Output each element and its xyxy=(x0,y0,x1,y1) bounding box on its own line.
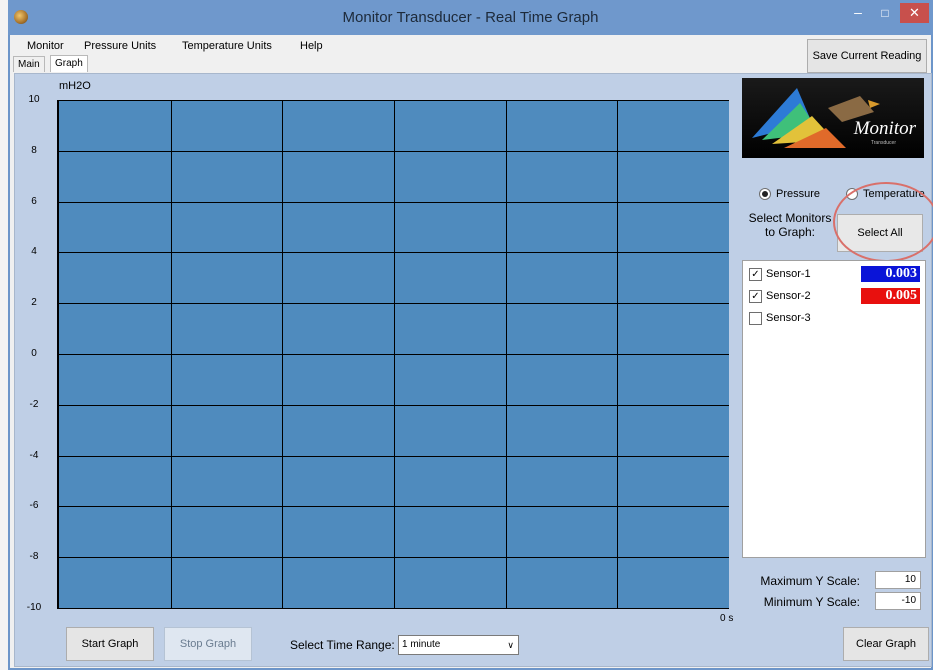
logo-subtext: Transducer xyxy=(870,140,896,146)
menu-monitor[interactable]: Monitor xyxy=(27,40,64,52)
select-monitors-label-line1: Select Monitors xyxy=(748,211,832,225)
grid-line-vertical xyxy=(617,100,619,608)
y-tick-label: 4 xyxy=(31,246,37,258)
close-button[interactable]: ✕ xyxy=(900,3,929,23)
time-range-value: 1 minute xyxy=(402,639,441,650)
y-tick-label: -6 xyxy=(29,500,39,512)
min-y-scale-input[interactable]: -10 xyxy=(875,592,921,610)
window-title: Monitor Transducer - Real Time Graph xyxy=(342,9,599,26)
client-area: Monitor Pressure Units Temperature Units… xyxy=(10,35,933,668)
y-tick-label: 6 xyxy=(31,195,37,207)
menu-pressure-units[interactable]: Pressure Units xyxy=(84,40,156,52)
grid-line-vertical xyxy=(505,100,507,608)
sensor-2-reading: 0.005 xyxy=(861,288,920,304)
start-graph-button[interactable]: Start Graph xyxy=(66,627,154,661)
save-current-reading-button[interactable]: Save Current Reading xyxy=(807,39,927,73)
stop-graph-button[interactable]: Stop Graph xyxy=(164,627,252,661)
y-tick-label: 8 xyxy=(31,144,37,156)
tab-graph[interactable]: Graph xyxy=(50,55,88,72)
grid-line-vertical xyxy=(282,100,284,608)
y-tick-label: 0 xyxy=(31,348,37,359)
y-tick-label: -10 xyxy=(26,602,42,613)
y-tick-label: 10 xyxy=(28,94,40,105)
maximize-button[interactable]: □ xyxy=(872,4,898,24)
highlight-circle-annotation xyxy=(833,182,933,262)
radio-selected-dot xyxy=(762,191,768,197)
title-bar: Monitor Transducer - Real Time Graph – □… xyxy=(8,0,933,35)
chevron-down-icon: ∨ xyxy=(507,640,514,650)
app-window: Monitor Transducer - Real Time Graph – □… xyxy=(8,0,933,670)
grid-line-vertical xyxy=(394,100,395,608)
radio-pressure-label: Pressure xyxy=(776,188,821,200)
select-monitors-label-line2: to Graph: xyxy=(764,225,816,239)
menu-bar: Monitor Pressure Units Temperature Units… xyxy=(10,35,931,57)
sensor-list: ✓ Sensor-1 0.003 ✓ Sensor-2 0.005 Sensor… xyxy=(742,260,926,558)
tab-strip: Main Graph xyxy=(10,55,800,72)
radio-circle[interactable] xyxy=(759,188,771,200)
minimize-button[interactable]: – xyxy=(845,4,871,24)
select-monitors-label: Select Monitors to Graph: xyxy=(745,211,835,239)
max-y-scale-input[interactable]: 10 xyxy=(875,571,921,589)
clear-graph-button[interactable]: Clear Graph xyxy=(843,627,929,661)
max-y-scale-label: Maximum Y Scale: xyxy=(760,574,860,588)
time-range-select[interactable]: 1 minute ∨ xyxy=(398,635,519,655)
grid-line-vertical xyxy=(170,100,172,608)
y-tick-label: 2 xyxy=(31,297,37,309)
sensor-1-label: Sensor-1 xyxy=(766,268,811,280)
sensor-3-label: Sensor-3 xyxy=(766,312,811,324)
sensor-2-label: Sensor-2 xyxy=(766,290,811,302)
sensor-2-checkbox[interactable]: ✓ xyxy=(749,290,762,303)
sensor-row-3[interactable]: Sensor-3 xyxy=(749,312,919,326)
graph-panel: mH2O 10 8 6 4 2 0 -2 -4 -6 -8 -10 0 s Monitor Tran… xyxy=(14,73,933,667)
menu-help[interactable]: Help xyxy=(300,40,323,52)
y-tick-label: -8 xyxy=(29,551,39,563)
y-axis-unit-label: mH2O xyxy=(59,80,91,92)
sensor-3-checkbox[interactable] xyxy=(749,312,762,325)
y-tick-label: -2 xyxy=(29,398,39,410)
min-y-scale-label: Minimum Y Scale: xyxy=(763,595,860,609)
menu-temperature-units[interactable]: Temperature Units xyxy=(182,40,272,52)
y-tick-label: -4 xyxy=(29,449,39,461)
plot-area xyxy=(57,100,729,609)
sensor-1-checkbox[interactable]: ✓ xyxy=(749,268,762,281)
sensor-1-reading: 0.003 xyxy=(861,266,920,282)
logo-text: Monitor xyxy=(853,118,916,139)
monitor-logo: Monitor Transducer xyxy=(742,78,924,158)
time-range-label: Select Time Range: xyxy=(290,638,395,652)
x-axis-end-label: 0 s xyxy=(720,613,734,624)
tab-main[interactable]: Main xyxy=(13,56,45,72)
